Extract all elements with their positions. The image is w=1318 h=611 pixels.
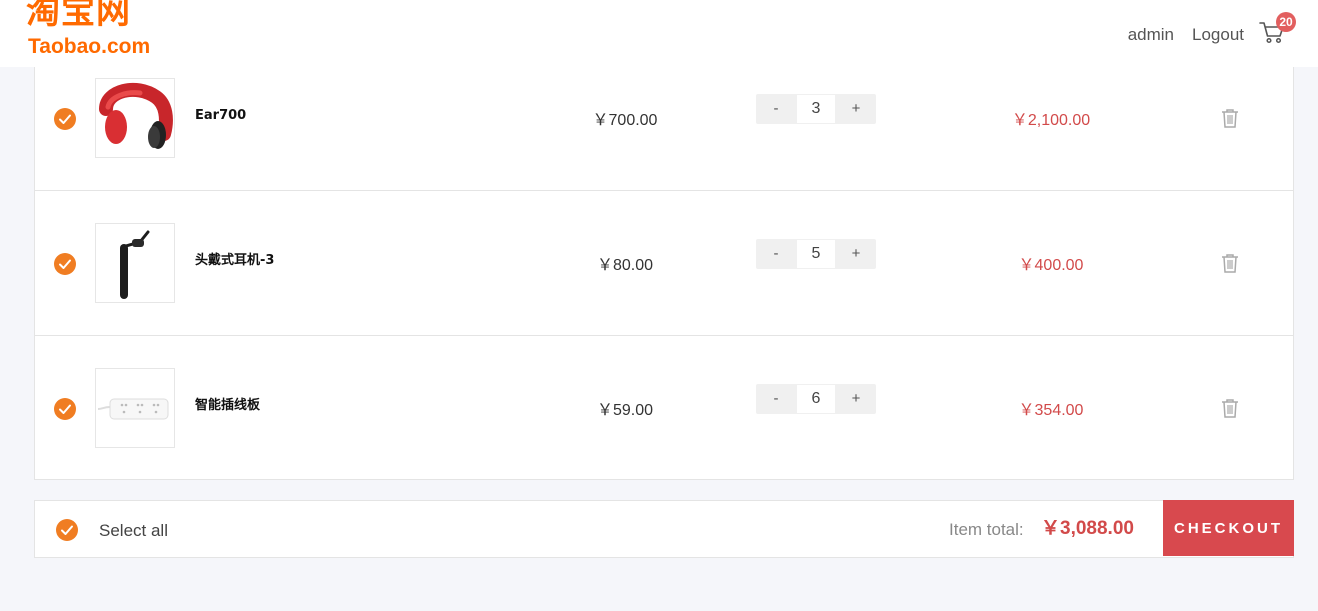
checkmark-icon [59, 114, 71, 124]
item-total-label: Item total: [949, 520, 1024, 539]
cart-item-row: 头戴式耳机-3 ￥80.00 - 5 + ￥400.00 [35, 191, 1293, 336]
cart-button[interactable]: 20 [1258, 12, 1296, 46]
unit-price: ￥700.00 [592, 112, 658, 129]
trash-icon [1222, 254, 1238, 273]
checkmark-icon [61, 525, 73, 535]
quantity-value[interactable]: 5 [797, 240, 835, 268]
item-subtotal: ￥354.00 [1018, 402, 1084, 419]
logo-english-text: Taobao.com [28, 35, 151, 58]
decrease-quantity-button[interactable]: - [756, 239, 796, 269]
unit-price: ￥59.00 [596, 402, 654, 419]
cart-item-list: Ear700 ￥700.00 - 3 + ￥2,100.00 头戴式耳机-3 ￥… [34, 45, 1294, 480]
product-name[interactable]: 头戴式耳机-3 [195, 253, 274, 269]
decrease-quantity-button[interactable]: - [756, 94, 796, 124]
top-nav: admin Logout 20 [1018, 0, 1318, 67]
quantity-stepper: - 5 + [756, 239, 876, 269]
select-all-checkbox[interactable] [56, 519, 78, 541]
checkmark-icon [59, 259, 71, 269]
white-power-strip-image [97, 398, 169, 420]
delete-item-button[interactable] [1219, 107, 1241, 129]
product-name[interactable]: Ear700 [195, 108, 246, 124]
quantity-stepper: - 3 + [756, 94, 876, 124]
trash-icon [1222, 399, 1238, 418]
product-name[interactable]: 智能插线板 [195, 398, 260, 414]
increase-quantity-button[interactable]: + [836, 239, 876, 269]
checkout-button[interactable]: CHECKOUT [1163, 500, 1294, 556]
item-checkbox[interactable] [54, 253, 76, 275]
cart-summary-bar: Select all Item total: ￥3,088.00 CHECKOU… [34, 500, 1294, 558]
item-total-value: ￥3,088.00 [1041, 518, 1134, 539]
top-header: 淘宝网 Taobao.com admin Logout 20 [0, 0, 1318, 67]
logo-chinese-text: 淘宝网 [26, 0, 131, 32]
cart-count-badge: 20 [1276, 12, 1296, 32]
checkmark-icon [59, 404, 71, 414]
cart-item-row: Ear700 ￥700.00 - 3 + ￥2,100.00 [35, 46, 1293, 191]
red-headphones-image [99, 82, 173, 149]
trash-icon [1222, 109, 1238, 128]
quantity-stepper: - 6 + [756, 384, 876, 414]
item-checkbox[interactable] [54, 398, 76, 420]
delete-item-button[interactable] [1219, 397, 1241, 419]
increase-quantity-button[interactable]: + [836, 384, 876, 414]
product-image[interactable] [95, 368, 175, 448]
cart-item-row: 智能插线板 ￥59.00 - 6 + ￥354.00 [35, 336, 1293, 481]
quantity-value[interactable]: 3 [797, 95, 835, 123]
product-image[interactable] [95, 223, 175, 303]
decrease-quantity-button[interactable]: - [756, 384, 796, 414]
logout-link[interactable]: Logout [1192, 25, 1244, 45]
unit-price: ￥80.00 [596, 257, 654, 274]
delete-item-button[interactable] [1219, 252, 1241, 274]
item-subtotal: ￥400.00 [1018, 257, 1084, 274]
black-bluetooth-earpiece-image [120, 230, 150, 299]
select-all-label[interactable]: Select all [99, 521, 168, 541]
increase-quantity-button[interactable]: + [836, 94, 876, 124]
item-checkbox[interactable] [54, 108, 76, 130]
product-image[interactable] [95, 78, 175, 158]
admin-link[interactable]: admin [1128, 25, 1174, 45]
item-subtotal: ￥2,100.00 [1011, 112, 1091, 129]
quantity-value[interactable]: 6 [797, 385, 835, 413]
taobao-logo[interactable]: 淘宝网 Taobao.com [24, 0, 174, 62]
